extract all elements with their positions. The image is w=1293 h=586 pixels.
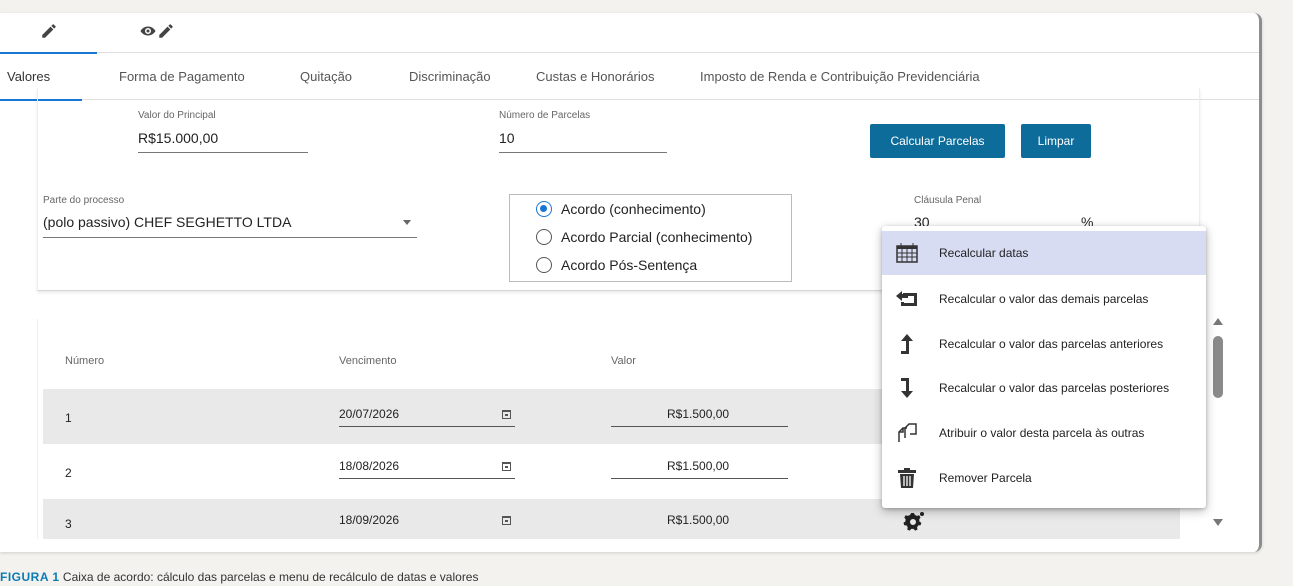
parcelas-label: Número de Parcelas <box>499 110 591 121</box>
settings-gear-icon[interactable] <box>901 511 925 538</box>
menu-item-recalcular-demais[interactable]: Recalcular o valor das demais parcelas <box>882 277 1206 321</box>
menu-item-atribuir-valor[interactable]: Atribuir o valor desta parcela às outras <box>882 411 1206 455</box>
vencimento-underline <box>339 426 515 427</box>
recalc-others-icon <box>896 288 918 310</box>
radio-unchecked-icon <box>536 229 552 245</box>
principal-underline <box>138 152 308 153</box>
date-picker-icon[interactable] <box>502 410 511 419</box>
menu-item-remover-parcela[interactable]: Remover Parcela <box>882 456 1206 500</box>
parte-underline <box>43 237 417 238</box>
arrow-down-icon <box>896 377 918 399</box>
radio-label: Acordo Pós-Sentença <box>561 257 698 273</box>
radio-acordo-conhecimento[interactable]: Acordo (conhecimento) <box>536 201 706 217</box>
radio-checked-icon <box>536 201 552 217</box>
figure-label: FIGURA 1 <box>0 570 60 584</box>
parte-select[interactable]: (polo passivo) CHEF SEGHETTO LTDA <box>43 214 291 230</box>
parcelas-underline <box>499 152 667 153</box>
view-edit-icon <box>136 22 178 45</box>
row-numero: 2 <box>65 466 72 480</box>
row-valor-input[interactable]: R$1.500,00 <box>667 407 729 421</box>
valor-underline <box>611 426 788 427</box>
radio-acordo-parcial[interactable]: Acordo Parcial (conhecimento) <box>536 229 752 245</box>
trash-icon <box>896 467 918 489</box>
menu-item-label: Recalcular o valor das parcelas anterior… <box>939 337 1164 351</box>
menu-item-recalcular-posteriores[interactable]: Recalcular o valor das parcelas posterio… <box>882 366 1206 410</box>
menu-item-label: Remover Parcela <box>939 471 1032 485</box>
limpar-button[interactable]: Limpar <box>1021 124 1091 158</box>
principal-label: Valor do Principal <box>138 110 216 121</box>
scrollbar-thumb[interactable] <box>1213 336 1223 398</box>
menu-item-label: Recalcular o valor das demais parcelas <box>939 292 1149 306</box>
menu-item-label: Recalcular o valor das parcelas posterio… <box>939 381 1170 395</box>
figure-caption: FIGURA 1 Caixa de acordo: cálculo das pa… <box>0 570 478 584</box>
row-vencimento-input[interactable]: 18/09/2026 <box>339 513 399 527</box>
edit-mode-tab[interactable] <box>0 13 97 54</box>
row-valor-input[interactable]: R$1.500,00 <box>667 513 729 527</box>
mode-tabs <box>0 13 1259 54</box>
header-vencimento: Vencimento <box>339 355 397 367</box>
row-vencimento-input[interactable]: 20/07/2026 <box>339 407 399 421</box>
row-valor-input[interactable]: R$1.500,00 <box>667 459 729 473</box>
calcular-parcelas-button[interactable]: Calcular Parcelas <box>870 124 1005 158</box>
acordo-type-radio-group: Acordo (conhecimento) Acordo Parcial (co… <box>509 194 792 282</box>
radio-acordo-pos-sentenca[interactable]: Acordo Pós-Sentença <box>536 257 697 273</box>
date-picker-icon[interactable] <box>502 462 511 471</box>
clausula-label: Cláusula Penal <box>914 195 982 206</box>
radio-label: Acordo (conhecimento) <box>561 201 706 217</box>
calendar-icon <box>896 242 918 264</box>
view-edit-mode-tab[interactable] <box>97 13 217 53</box>
scroll-up-arrow-icon[interactable] <box>1213 318 1223 325</box>
radio-label: Acordo Parcial (conhecimento) <box>561 229 753 245</box>
parte-label: Parte do processo <box>43 195 125 206</box>
edit-icon <box>40 22 58 45</box>
valor-underline <box>611 478 788 479</box>
figure-caption-text: Caixa de acordo: cálculo das parcelas e … <box>62 570 479 584</box>
menu-item-label: Atribuir o valor desta parcela às outras <box>939 426 1145 440</box>
row-numero: 1 <box>65 411 72 425</box>
parcela-context-menu: Recalcular datas Recalcular o valor das … <box>882 226 1206 508</box>
date-picker-icon[interactable] <box>502 516 511 525</box>
scroll-down-arrow-icon[interactable] <box>1213 519 1223 526</box>
row-vencimento-input[interactable]: 18/08/2026 <box>339 459 399 473</box>
vencimento-underline <box>339 478 515 479</box>
parcelas-input[interactable]: 10 <box>499 130 515 146</box>
principal-input[interactable]: R$15.000,00 <box>138 130 218 146</box>
menu-item-label: Recalcular datas <box>939 246 1029 260</box>
header-numero: Número <box>65 355 105 367</box>
radio-unchecked-icon <box>536 257 552 273</box>
header-valor: Valor <box>611 355 636 367</box>
menu-item-recalcular-anteriores[interactable]: Recalcular o valor das parcelas anterior… <box>882 322 1206 366</box>
row-numero: 3 <box>65 517 72 531</box>
copy-icon <box>896 422 918 444</box>
menu-item-recalcular-datas[interactable]: Recalcular datas <box>882 231 1206 275</box>
chevron-down-icon[interactable] <box>403 220 411 225</box>
arrow-up-icon <box>896 333 918 355</box>
